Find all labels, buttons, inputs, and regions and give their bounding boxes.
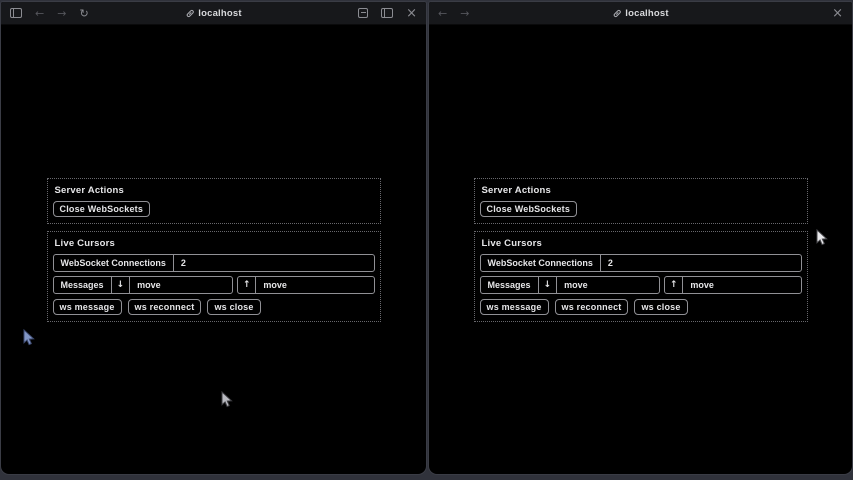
last-sent-message: move [130,277,232,293]
tab-overview-icon[interactable] [381,8,393,18]
titlebar-left-controls: ← → [438,8,469,19]
messages-sent-group: Messages ↓ move [53,276,233,294]
arrow-up-icon: ↑ [238,277,257,293]
browser-window-left: ← → ↻ localhost × Server Actio [1,2,426,474]
messages-received-group: ↑ move [664,276,802,294]
live-cursors-section: Live Cursors WebSocket Connections 2 Mes… [474,231,808,322]
forward-icon[interactable]: → [460,8,469,19]
titlebar-left-controls: ← → ↻ [10,8,89,19]
server-actions-section: Server Actions Close WebSockets [474,178,808,224]
ws-close-button[interactable]: ws close [207,299,260,315]
ws-buttons-row: ws message ws reconnect ws close [53,299,375,315]
titlebar-right-controls: × [358,7,417,20]
websocket-connections-row: WebSocket Connections 2 [480,254,802,272]
last-received-message: move [683,277,800,293]
close-icon[interactable]: × [832,7,843,20]
forward-icon[interactable]: → [57,8,66,19]
last-sent-message: move [557,277,659,293]
server-actions-section: Server Actions Close WebSockets [47,178,381,224]
connections-value: 2 [601,255,801,271]
url-title[interactable]: localhost [612,2,669,24]
browser-window-right: ← → localhost × Server Actions Close Web… [429,2,852,474]
ws-message-button[interactable]: ws message [53,299,122,315]
messages-received-group: ↑ move [237,276,375,294]
ws-buttons-row: ws message ws reconnect ws close [480,299,802,315]
close-websockets-button[interactable]: Close WebSockets [480,201,578,217]
connections-value: 2 [174,255,374,271]
section-title: Server Actions [482,185,802,196]
messages-label: Messages [481,277,539,293]
messages-sent-group: Messages ↓ move [480,276,660,294]
link-icon [612,9,621,18]
live-cursors-section: Live Cursors WebSocket Connections 2 Mes… [47,231,381,322]
ws-close-button[interactable]: ws close [634,299,687,315]
ws-reconnect-button[interactable]: ws reconnect [555,299,629,315]
connections-label: WebSocket Connections [54,255,174,271]
page-content: Server Actions Close WebSockets Live Cur… [1,25,426,474]
window-titlebar[interactable]: ← → localhost × [429,2,852,25]
messages-row: Messages ↓ move ↑ move [53,276,375,294]
url-text: localhost [198,8,242,19]
reload-icon[interactable]: ↻ [79,8,88,19]
messages-label: Messages [54,277,112,293]
messages-row: Messages ↓ move ↑ move [480,276,802,294]
ws-reconnect-button[interactable]: ws reconnect [128,299,202,315]
url-text: localhost [625,8,669,19]
titlebar-right-controls: × [832,7,843,20]
connections-label: WebSocket Connections [481,255,601,271]
close-icon[interactable]: × [406,7,417,20]
arrow-up-icon: ↑ [665,277,684,293]
section-title: Live Cursors [55,238,375,249]
last-received-message: move [256,277,373,293]
sidebar-icon[interactable] [10,8,22,18]
window-titlebar[interactable]: ← → ↻ localhost × [1,2,426,25]
back-icon[interactable]: ← [35,8,44,19]
close-websockets-button[interactable]: Close WebSockets [53,201,151,217]
reader-icon[interactable] [358,8,368,18]
back-icon[interactable]: ← [438,8,447,19]
section-title: Server Actions [55,185,375,196]
ws-message-button[interactable]: ws message [480,299,549,315]
section-title: Live Cursors [482,238,802,249]
arrow-down-icon: ↓ [539,277,558,293]
url-title[interactable]: localhost [185,2,242,24]
link-icon [185,9,194,18]
arrow-down-icon: ↓ [112,277,131,293]
websocket-connections-row: WebSocket Connections 2 [53,254,375,272]
page-content: Server Actions Close WebSockets Live Cur… [429,25,852,474]
